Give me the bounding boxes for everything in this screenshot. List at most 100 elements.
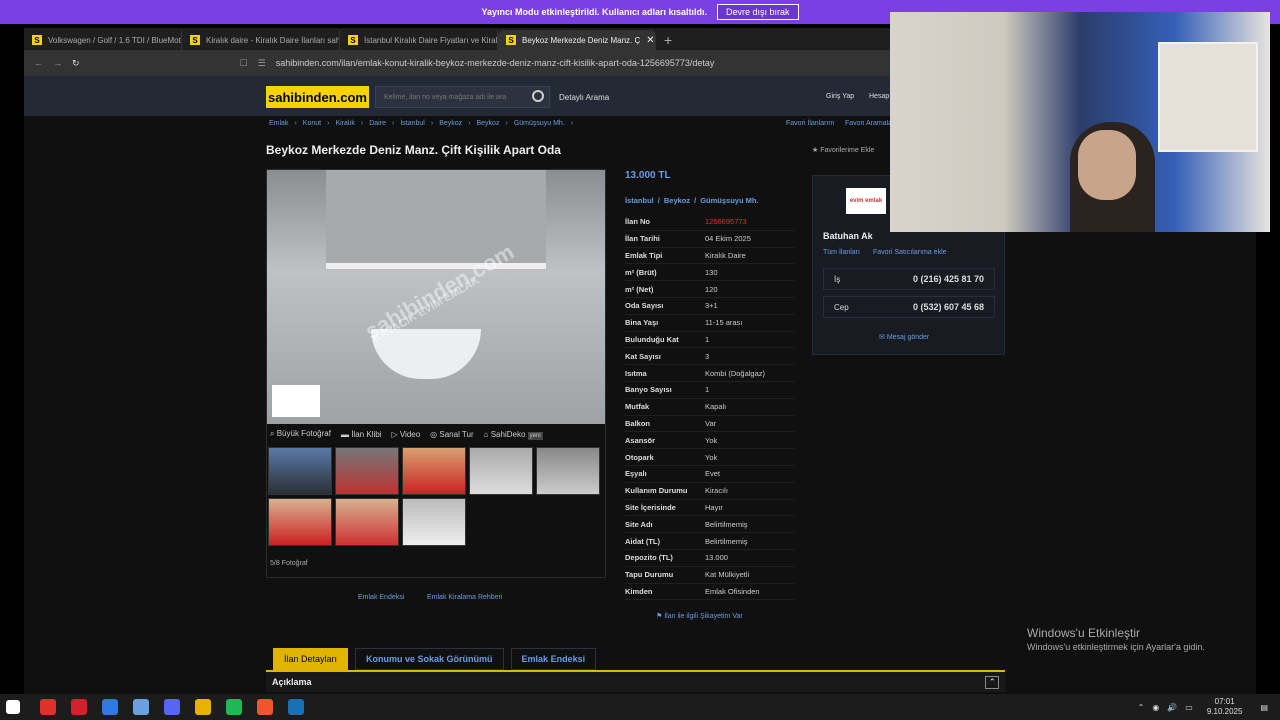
location-city[interactable]: İstanbul: [625, 196, 654, 205]
spec-row: Isıtma Kombi (Doğalgaz): [625, 365, 795, 382]
spec-value: 1: [705, 385, 710, 395]
discord-icon[interactable]: [164, 699, 180, 715]
spec-key: Kimden: [625, 586, 653, 596]
browser-tabstrip: S Volkswagen / Golf / 1.6 TDI / BlueMot S…: [24, 28, 890, 50]
bookshelf: [1158, 42, 1258, 152]
listing-price: 13.000 TL: [625, 170, 671, 181]
tab-label: Volkswagen / Golf / 1.6 TDI / BlueMot: [48, 35, 181, 45]
url-field[interactable]: sahibinden.com/ilan/emlak-konut-kiralik-…: [276, 58, 715, 68]
browser-tab[interactable]: S İstanbul Kiralık Daire Fiyatları ve Kir…: [340, 30, 498, 50]
shield-app-icon[interactable]: [133, 699, 149, 715]
breadcrumb-item[interactable]: Gümüşsuyu Mh.: [514, 120, 565, 127]
spec-value: Belirtilmemiş: [705, 536, 748, 546]
browser-tab[interactable]: S Volkswagen / Golf / 1.6 TDI / BlueMot: [24, 30, 182, 50]
activation-subtitle: Windows'u etkinleştirmek için Ayarlar'a …: [1027, 642, 1205, 652]
phone-number[interactable]: 0 (216) 425 81 70: [913, 274, 984, 284]
battery-icon[interactable]: ▭: [1185, 703, 1193, 712]
notification-icon[interactable]: ▤: [1260, 703, 1268, 712]
streamer-mode-message: Yayıncı Modu etkinleştirildi. Kullanıcı …: [481, 7, 708, 17]
start-icon[interactable]: [6, 700, 20, 714]
bookmark-icon[interactable]: ☐: [240, 58, 248, 69]
search-icon[interactable]: [532, 90, 544, 102]
send-message-link[interactable]: ✉ Mesaj gönder: [879, 333, 929, 341]
breadcrumb-item[interactable]: Beykoz: [439, 120, 462, 127]
description-label: Açıklama: [272, 677, 312, 687]
chevron-up-icon[interactable]: ⌃: [1138, 703, 1145, 712]
close-tab-icon[interactable]: ✕: [646, 35, 654, 46]
spec-key: Emlak Tipi: [625, 250, 663, 260]
spec-value: 130: [705, 267, 718, 277]
add-favorite-link[interactable]: ★ Favorilerime Ekle: [812, 146, 874, 154]
site-info-icon[interactable]: ☰: [258, 58, 266, 69]
location-district[interactable]: Beykoz: [664, 196, 690, 205]
volume-icon[interactable]: 🔊: [1167, 703, 1177, 712]
complaint-link[interactable]: ⚑ İlan ile ilgili Şikayetim Var: [656, 612, 743, 620]
favorite-seller-link[interactable]: Favori Satıcılarıma ekle: [873, 249, 947, 256]
favorite-searches-link[interactable]: Favori Aramala: [845, 120, 890, 127]
spec-value: Kapalı: [705, 402, 727, 412]
spec-value: Emlak Ofisinden: [705, 586, 760, 596]
login-link[interactable]: Giriş Yap: [826, 93, 854, 100]
new-tab-icon[interactable]: +: [656, 32, 680, 50]
tab-location[interactable]: Konumu ve Sokak Görünümü: [355, 648, 504, 670]
spec-value: 1256695773: [705, 217, 747, 227]
register-link[interactable]: Hesap: [869, 93, 889, 100]
reload-icon[interactable]: ↻: [72, 58, 80, 69]
breadcrumb-item[interactable]: Kiralık: [335, 120, 354, 127]
tab-label: Beykoz Merkezde Deniz Manz. Ç: [522, 35, 641, 45]
collapse-icon[interactable]: ⌃: [985, 675, 999, 689]
photo-panel-border: [266, 169, 606, 578]
clock[interactable]: 07:01 9.10.2025: [1207, 697, 1243, 717]
star-icon: ★: [812, 147, 819, 154]
phone-row-work: İş 0 (216) 425 81 70: [823, 268, 995, 290]
real-estate-index-link[interactable]: Emlak Endeksi: [358, 594, 404, 601]
breadcrumb-item[interactable]: Beykoz: [477, 120, 500, 127]
opera-gx-icon[interactable]: [71, 699, 87, 715]
browser-tab-active[interactable]: S Beykoz Merkezde Deniz Manz. Ç ✕: [498, 30, 656, 50]
spec-key: Asansör: [625, 435, 656, 445]
location-breadcrumb: İstanbul / Beykoz / Gümüşsuyu Mh.: [625, 196, 759, 205]
breadcrumb-item[interactable]: Konut: [303, 120, 321, 127]
browser-tab[interactable]: S Kiralık daire - Kiralık Daire İlanları …: [182, 30, 340, 50]
spec-row: Oda Sayısı 3+1: [625, 298, 795, 315]
spec-key: Mutfak: [625, 402, 650, 412]
disable-button[interactable]: Devre dışı bırak: [717, 4, 799, 20]
spec-value: 11-15 arası: [705, 318, 743, 328]
agency-logo[interactable]: evim emlak: [846, 188, 886, 214]
favorite-listings-link[interactable]: Favori İlanlarım: [786, 120, 834, 127]
brave-icon[interactable]: [257, 699, 273, 715]
spec-value: Evet: [705, 469, 721, 479]
spotify-icon[interactable]: [226, 699, 242, 715]
network-icon[interactable]: ◉: [1152, 703, 1159, 712]
spec-key: Oda Sayısı: [625, 301, 664, 311]
spec-key: İlan No: [625, 217, 651, 227]
person-face: [1078, 130, 1136, 200]
search-input[interactable]: Kelime, ilan no veya mağaza adı ile ara: [375, 86, 550, 108]
clock-time: 07:01: [1214, 697, 1235, 706]
breadcrumb-item[interactable]: Emlak: [269, 120, 288, 127]
spec-key: Bina Yaşı: [625, 318, 659, 328]
breadcrumb-item[interactable]: İstanbul: [400, 120, 425, 127]
chrome-icon[interactable]: [195, 699, 211, 715]
location-neighborhood[interactable]: Gümüşsuyu Mh.: [700, 196, 758, 205]
steam-icon[interactable]: [288, 699, 304, 715]
all-listings-link[interactable]: Tüm İlanları: [823, 249, 860, 256]
app-red-icon[interactable]: [40, 699, 56, 715]
tab-listing-details[interactable]: İlan Detayları: [273, 648, 349, 670]
spec-row: Site Adı Belirtilmemiş: [625, 516, 795, 534]
address-bar: ← → ↻ ☐ ☰ sahibinden.com/ilan/emlak-konu…: [24, 50, 890, 76]
taskbar-icons: [0, 699, 319, 715]
sahibinden-logo[interactable]: sahibinden.com: [266, 86, 369, 108]
advanced-search-link[interactable]: Detaylı Arama: [559, 93, 609, 102]
spec-value: Kiralık Daire: [705, 250, 746, 260]
breadcrumb-item[interactable]: Daire: [369, 120, 386, 127]
back-icon[interactable]: ←: [34, 58, 43, 68]
spec-key: Site Adı: [625, 519, 653, 529]
spec-row: Otopark Yok: [625, 449, 795, 466]
tab-real-estate-index[interactable]: Emlak Endeksi: [510, 648, 597, 670]
phone-number[interactable]: 0 (532) 607 45 68: [913, 302, 984, 312]
spec-key: Kullanım Durumu: [625, 486, 688, 496]
forward-icon[interactable]: →: [53, 58, 62, 68]
k-app-icon[interactable]: [102, 699, 118, 715]
rental-guide-link[interactable]: Emlak Kiralama Rehberi: [427, 594, 502, 601]
